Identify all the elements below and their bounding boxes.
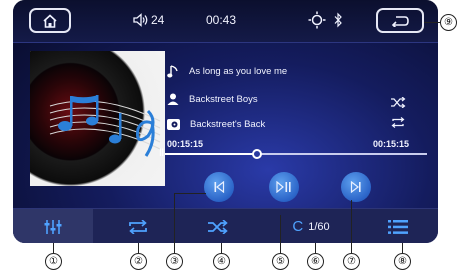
callout-3: ③	[166, 253, 183, 270]
repeat-button[interactable]	[108, 209, 168, 243]
callout-line-9	[424, 22, 441, 23]
music-note-icon	[167, 65, 178, 78]
repeat-status-icon	[391, 117, 405, 128]
callout-6: ⑥	[307, 253, 324, 270]
callout-line-6	[315, 243, 316, 253]
progress-fill	[165, 153, 257, 155]
song-title: As long as you love me	[189, 66, 288, 77]
progress-knob[interactable]	[251, 149, 262, 159]
equalizer-icon	[44, 219, 62, 234]
progress-bar[interactable]: ‖	[159, 148, 427, 159]
back-button[interactable]	[376, 8, 424, 33]
speaker-icon	[133, 13, 148, 27]
callout-line-2	[138, 243, 139, 253]
home-button[interactable]	[29, 8, 71, 33]
list-icon	[388, 219, 408, 234]
callout-line-8	[402, 243, 403, 253]
next-button[interactable]	[341, 172, 371, 202]
home-icon	[43, 13, 57, 28]
play-pause-icon	[276, 181, 291, 193]
volume-level: 24	[151, 13, 165, 27]
equalizer-button[interactable]	[13, 209, 93, 243]
album-disc-icon	[167, 119, 180, 130]
progress-start-marker: ‖	[159, 148, 164, 159]
callout-7: ⑦	[343, 253, 360, 270]
previous-button[interactable]	[204, 172, 234, 202]
shuffle-button[interactable]	[188, 209, 248, 243]
previous-track-icon	[214, 181, 225, 193]
callout-line-7	[351, 200, 352, 253]
callout-4: ④	[213, 253, 230, 270]
callout-line-5	[280, 215, 281, 253]
album-row: Backstreet's Back	[167, 119, 265, 130]
callout-line-1	[53, 243, 54, 253]
track-counter-text: 1/60	[308, 220, 330, 233]
album-name: Backstreet's Back	[190, 119, 266, 130]
back-arrow-icon	[391, 15, 409, 27]
counter-c-icon: C	[292, 218, 304, 235]
play-pause-button[interactable]	[269, 172, 299, 202]
callout-9: ⑨	[440, 14, 457, 31]
callout-5: ⑤	[272, 253, 289, 270]
callout-1: ①	[45, 253, 62, 270]
music-notes-artwork	[49, 95, 161, 157]
person-icon	[167, 93, 179, 105]
callout-line-4	[221, 243, 222, 253]
track-counter: C 1/60	[271, 209, 351, 243]
callout-line-3	[174, 193, 175, 253]
callout-8: ⑧	[394, 253, 411, 270]
sun-icon[interactable]	[308, 11, 326, 29]
repeat-icon	[129, 219, 147, 234]
callout-2: ②	[130, 253, 147, 270]
bottom-control-bar: C 1/60	[13, 208, 438, 243]
top-status-bar: 24 00:43	[13, 0, 438, 43]
head-unit-screen: 24 00:43 As long as you love me Backstre…	[13, 0, 438, 243]
playlist-button[interactable]	[368, 209, 428, 243]
next-track-icon	[350, 181, 361, 193]
bluetooth-icon	[334, 12, 342, 28]
artist-row: Backstreet Boys	[167, 93, 258, 105]
shuffle-icon	[208, 219, 228, 234]
total-time: 00:15:15	[373, 139, 410, 149]
shuffle-status-icon	[391, 97, 406, 108]
elapsed-time: 00:15:15	[167, 139, 204, 149]
clock: 00:43	[206, 13, 237, 27]
song-row: As long as you love me	[167, 65, 287, 78]
callout-line-3b	[174, 193, 206, 194]
artist-name: Backstreet Boys	[189, 93, 258, 105]
album-art	[30, 51, 165, 186]
